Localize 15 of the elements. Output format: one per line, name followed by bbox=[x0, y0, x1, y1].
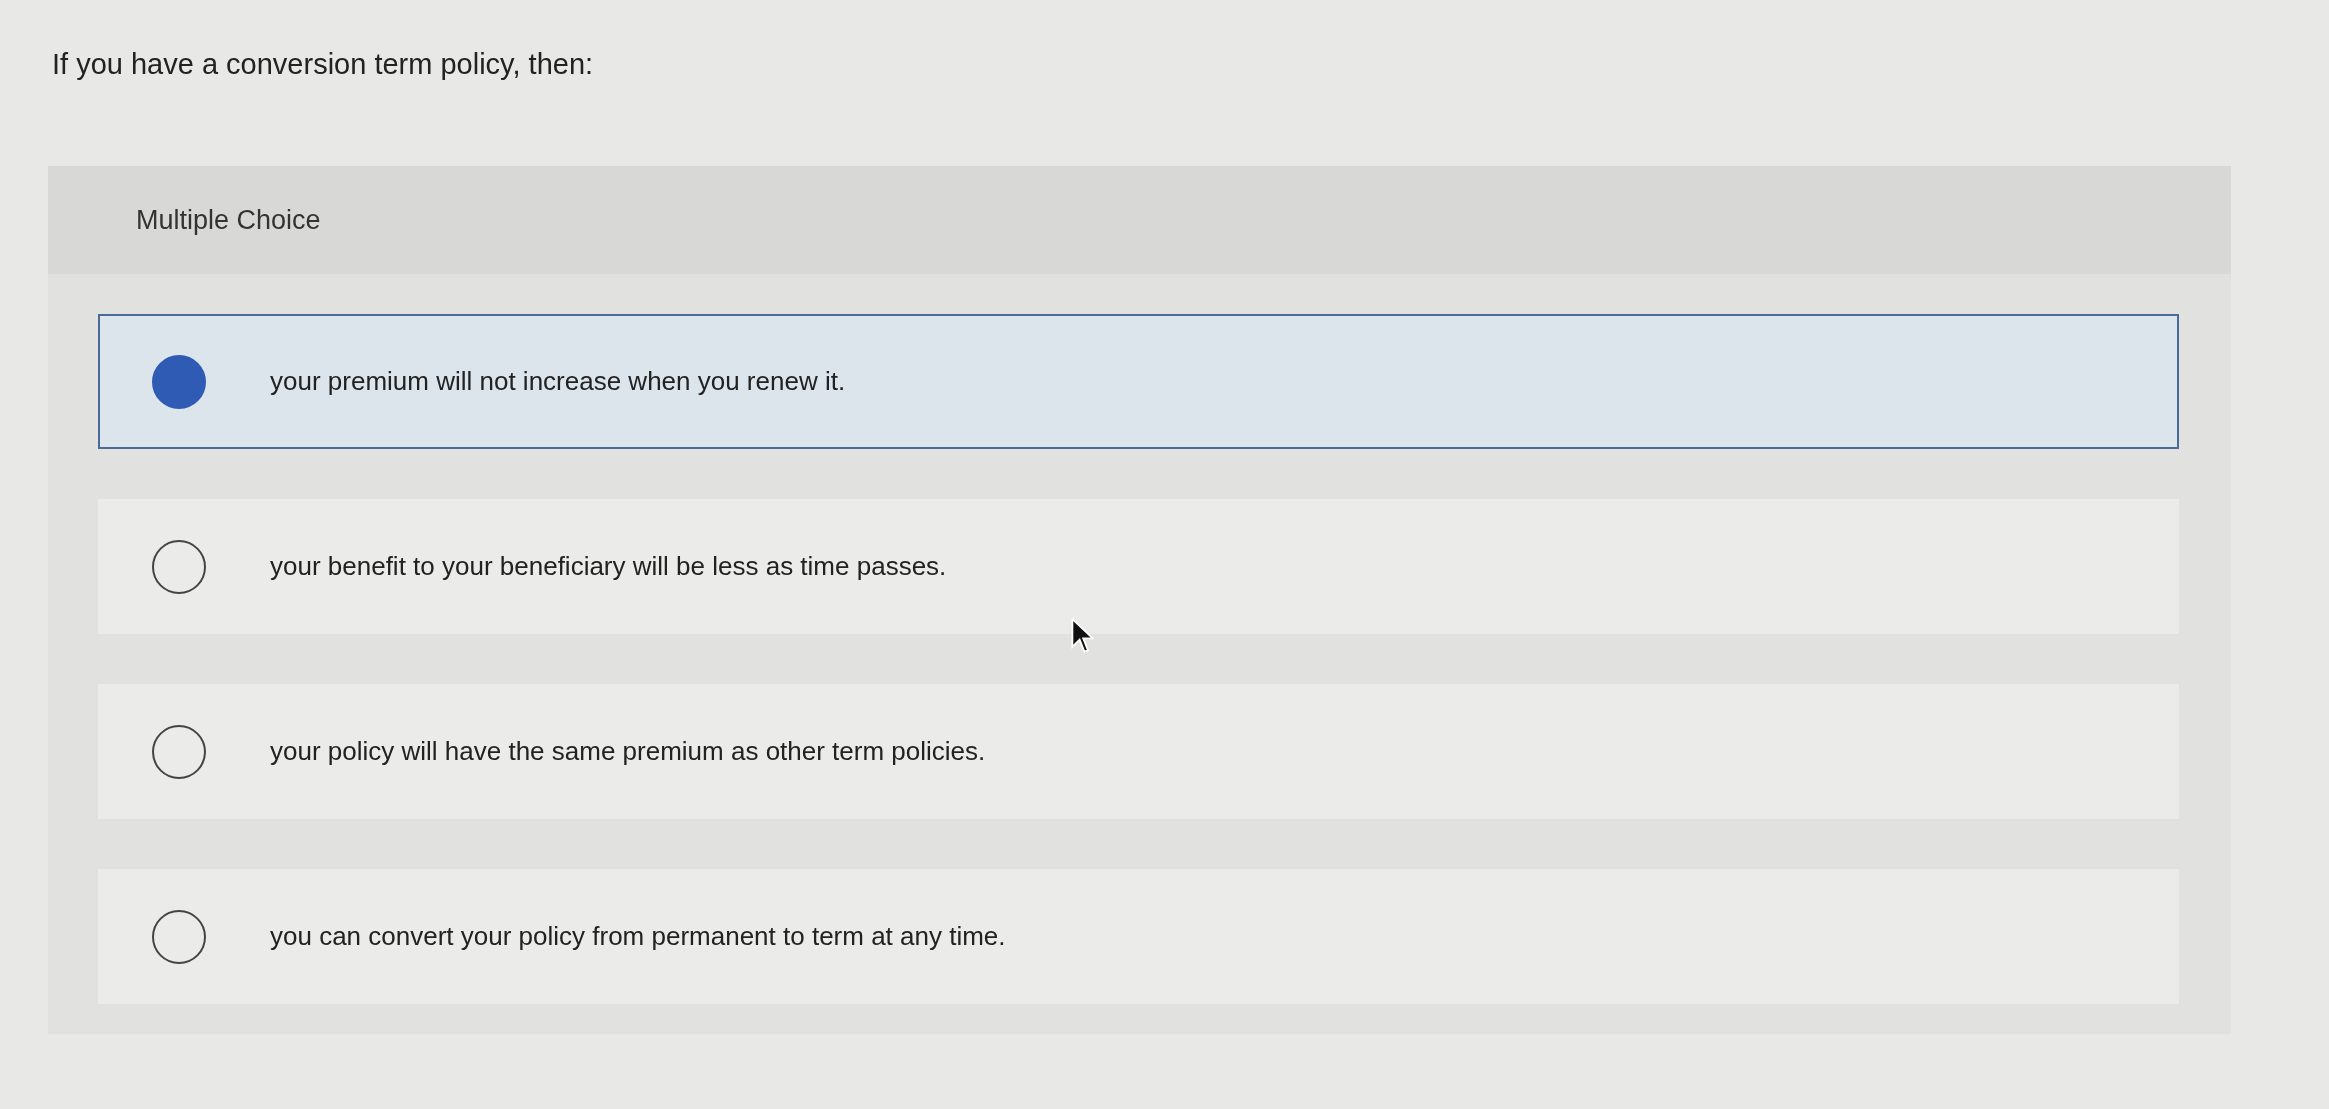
answer-option[interactable]: your premium will not increase when you renew it. bbox=[98, 314, 2179, 449]
radio-button[interactable] bbox=[152, 539, 206, 594]
radio-button[interactable] bbox=[152, 724, 206, 779]
question-type-label: Multiple Choice bbox=[136, 204, 321, 236]
option-label: your benefit to your beneficiary will be less as time passes. bbox=[270, 551, 947, 582]
answer-option[interactable]: you can convert your policy from permanent to term at any time. bbox=[98, 869, 2179, 1004]
option-label: your premium will not increase when you renew it. bbox=[270, 366, 846, 397]
option-label: your policy will have the same premium as other term policies. bbox=[270, 736, 986, 767]
answer-option[interactable]: your benefit to your beneficiary will be less as time passes. bbox=[98, 499, 2179, 634]
mouse-pointer-icon bbox=[1070, 618, 1094, 654]
radio-button[interactable] bbox=[152, 354, 206, 409]
option-label: you can convert your policy from permanent to term at any time. bbox=[270, 921, 1006, 952]
answer-option[interactable]: your policy will have the same premium as other term policies. bbox=[98, 684, 2179, 819]
question-text: If you have a conversion term policy, then: bbox=[52, 48, 595, 81]
radio-button[interactable] bbox=[152, 909, 206, 964]
